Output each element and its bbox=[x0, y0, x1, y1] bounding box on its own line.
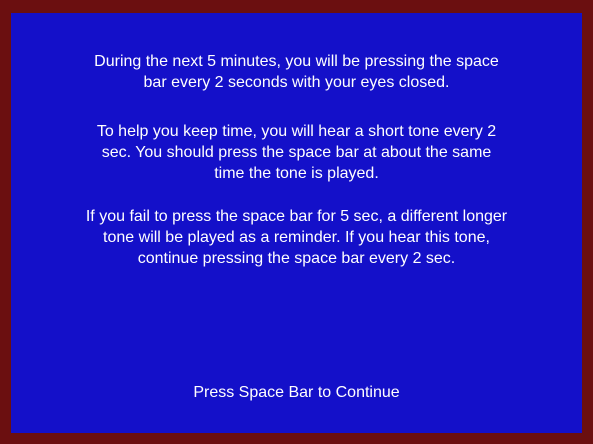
instruction-paragraph-1: During the next 5 minutes, you will be p… bbox=[94, 53, 499, 91]
instruction-screen: During the next 5 minutes, you will be p… bbox=[11, 13, 582, 433]
continue-prompt[interactable]: Press Space Bar to Continue bbox=[11, 382, 582, 403]
instruction-paragraph-2: To help you keep time, you will hear a s… bbox=[96, 123, 497, 182]
window-frame: During the next 5 minutes, you will be p… bbox=[0, 0, 593, 444]
instruction-paragraph-3: If you fail to press the space bar for 5… bbox=[85, 208, 508, 267]
